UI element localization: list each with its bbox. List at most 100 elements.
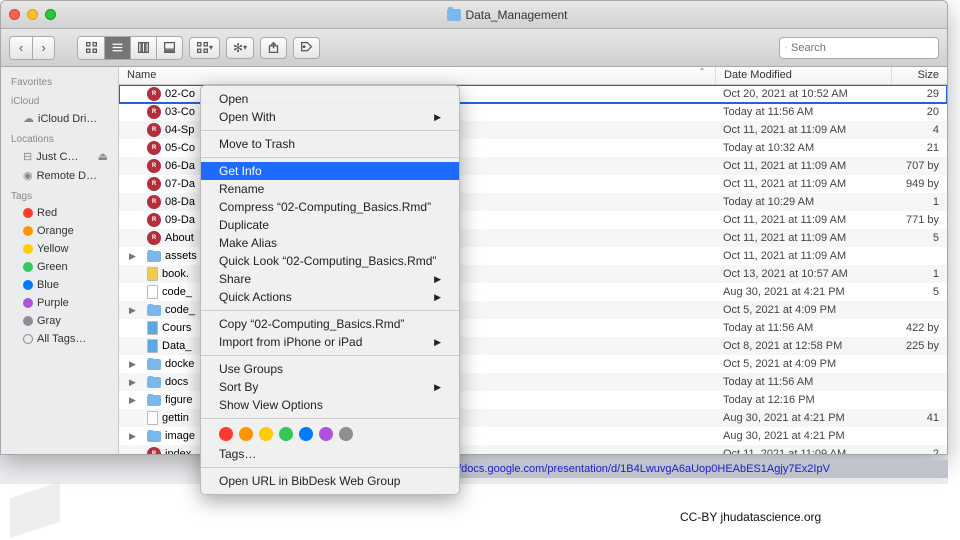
tags-label: Tags <box>1 185 118 204</box>
folder-icon <box>147 377 161 388</box>
disclosure-triangle-icon[interactable]: ▶ <box>129 377 136 388</box>
close-icon[interactable] <box>9 9 20 20</box>
file-size-cell: 949 by <box>891 178 947 190</box>
tag-dot-icon <box>23 244 33 254</box>
menu-copy[interactable]: Copy “02-Computing_Basics.Rmd” <box>201 315 459 333</box>
disclosure-triangle-icon[interactable]: ▶ <box>129 395 136 406</box>
file-name: 07-Da <box>165 178 195 190</box>
sidebar-tag[interactable]: Green <box>1 258 118 276</box>
rmd-icon: R <box>147 177 161 191</box>
menu-duplicate[interactable]: Duplicate <box>201 216 459 234</box>
file-name: image <box>165 430 195 442</box>
menu-tags[interactable]: Tags… <box>201 445 459 463</box>
file-name: docs <box>165 376 188 388</box>
menu-quicklook[interactable]: Quick Look “02-Computing_Basics.Rmd” <box>201 252 459 270</box>
back-button[interactable]: ‹ <box>10 37 32 59</box>
menu-rename[interactable]: Rename <box>201 180 459 198</box>
menu-groups[interactable]: Use Groups <box>201 360 459 378</box>
column-view-button[interactable] <box>130 37 156 59</box>
sidebar-item-label: Green <box>37 261 68 273</box>
file-date-cell: Today at 11:56 AM <box>715 322 891 334</box>
url-text: ://docs.google.com/presentation/d/1B4Lwu… <box>448 460 948 478</box>
zoom-icon[interactable] <box>45 9 56 20</box>
folder-icon <box>447 9 461 21</box>
file-size-cell: 225 by <box>891 340 947 352</box>
file-size-cell: 4 <box>891 124 947 136</box>
watermark-icon <box>10 482 60 538</box>
sidebar-tag[interactable]: Yellow <box>1 240 118 258</box>
sidebar-tag[interactable]: Purple <box>1 294 118 312</box>
menu-alias[interactable]: Make Alias <box>201 234 459 252</box>
sidebar-item-remote[interactable]: ◉Remote D… <box>1 166 118 185</box>
action-button[interactable]: ✻ ▾ <box>226 37 254 59</box>
file-name: index. <box>165 448 194 454</box>
tag-color-button[interactable] <box>239 427 253 441</box>
globe-icon: ◉ <box>23 169 33 182</box>
tag-dot-icon <box>23 226 33 236</box>
tag-color-button[interactable] <box>319 427 333 441</box>
folder-icon <box>147 251 161 262</box>
menu-share[interactable]: Share <box>201 270 459 288</box>
tag-dot-icon <box>23 316 33 326</box>
sidebar-item-label: Red <box>37 207 57 219</box>
icon-view-button[interactable] <box>78 37 104 59</box>
sidebar-tag[interactable]: Red <box>1 204 118 222</box>
tag-color-button[interactable] <box>299 427 313 441</box>
window-title-text: Data_Management <box>465 8 567 22</box>
menu-compress[interactable]: Compress “02-Computing_Basics.Rmd” <box>201 198 459 216</box>
column-size[interactable]: Size <box>891 67 947 84</box>
file-date-cell: Oct 11, 2021 at 11:09 AM <box>715 214 891 226</box>
icloud-label: iCloud <box>1 90 118 109</box>
disclosure-triangle-icon[interactable]: ▶ <box>129 251 136 262</box>
search-field[interactable] <box>779 37 939 59</box>
menu-trash[interactable]: Move to Trash <box>201 135 459 153</box>
menu-viewopts[interactable]: Show View Options <box>201 396 459 414</box>
rmd-icon: R <box>147 195 161 209</box>
menu-quick-actions[interactable]: Quick Actions <box>201 288 459 306</box>
forward-button[interactable]: › <box>32 37 54 59</box>
minimize-icon[interactable] <box>27 9 38 20</box>
menu-get-info[interactable]: Get Info <box>201 162 459 180</box>
group-button[interactable]: ▾ <box>189 37 220 59</box>
file-name: 06-Da <box>165 160 195 172</box>
disclosure-triangle-icon[interactable]: ▶ <box>129 431 136 442</box>
disclosure-triangle-icon[interactable]: ▶ <box>129 305 136 316</box>
attribution-text: CC-BY jhudatascience.org <box>680 510 821 524</box>
gallery-view-button[interactable] <box>156 37 182 59</box>
sidebar-item-volume[interactable]: ⊟Just C… ⏏︎ <box>1 147 118 166</box>
traffic-lights <box>9 9 56 20</box>
file-size-cell: 771 by <box>891 214 947 226</box>
file-size-cell: 5 <box>891 232 947 244</box>
context-menu: Open Open With Move to Trash Get Info Re… <box>200 85 460 495</box>
disclosure-triangle-icon[interactable]: ▶ <box>129 359 136 370</box>
menu-import[interactable]: Import from iPhone or iPad <box>201 333 459 351</box>
list-view-button[interactable] <box>104 37 130 59</box>
sidebar-tag[interactable]: Orange <box>1 222 118 240</box>
sidebar-item-all-tags[interactable]: All Tags… <box>1 330 118 348</box>
menu-open[interactable]: Open <box>201 90 459 108</box>
menu-sort[interactable]: Sort By <box>201 378 459 396</box>
menu-bibdesk[interactable]: Open URL in BibDesk Web Group <box>201 472 459 490</box>
finder-window: Data_Management ‹ › ▾ ✻ ▾ Favorites iClo… <box>0 0 948 455</box>
rproj-icon <box>147 321 158 335</box>
tag-dot-icon <box>23 208 33 218</box>
tags-button[interactable] <box>293 37 320 59</box>
file-date-cell: Today at 12:16 PM <box>715 394 891 406</box>
all-tags-icon <box>23 334 33 344</box>
tag-color-button[interactable] <box>339 427 353 441</box>
share-button[interactable] <box>260 37 287 59</box>
tag-dot-icon <box>23 262 33 272</box>
tag-color-button[interactable] <box>259 427 273 441</box>
column-date[interactable]: Date Modified <box>715 67 891 84</box>
file-date-cell: Oct 11, 2021 at 11:09 AM <box>715 178 891 190</box>
file-size-cell: 1 <box>891 268 947 280</box>
sidebar-tag[interactable]: Blue <box>1 276 118 294</box>
tag-color-button[interactable] <box>219 427 233 441</box>
sidebar-tag[interactable]: Gray <box>1 312 118 330</box>
column-name[interactable]: Name <box>119 67 695 84</box>
file-name: docke <box>165 358 194 370</box>
menu-open-with[interactable]: Open With <box>201 108 459 126</box>
search-input[interactable] <box>791 42 933 54</box>
sidebar-item-icloud[interactable]: ☁︎iCloud Dri… <box>1 109 118 128</box>
tag-color-button[interactable] <box>279 427 293 441</box>
